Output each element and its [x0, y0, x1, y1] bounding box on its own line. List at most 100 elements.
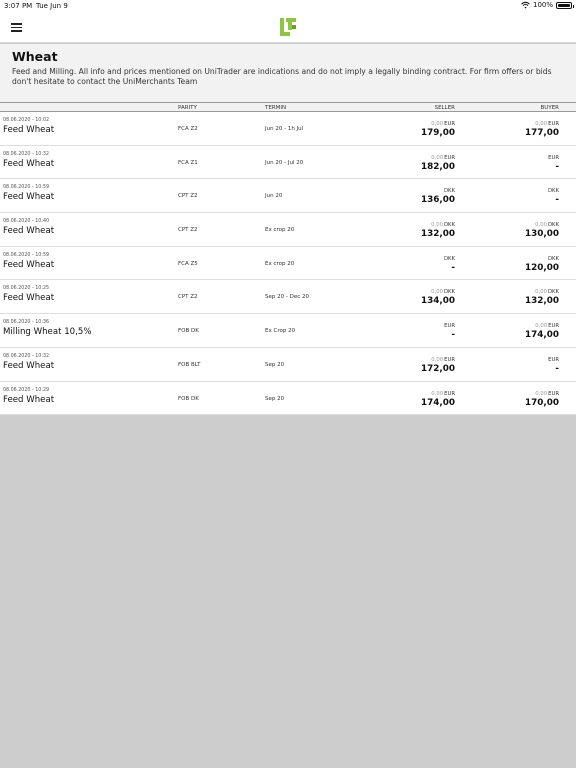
buyer-price: -: [555, 161, 559, 172]
nav-bar: [0, 12, 576, 43]
buyer-currency: DKK: [547, 188, 559, 195]
seller-currency: EUR: [444, 154, 455, 161]
buyer-change: 0,00: [535, 289, 547, 296]
status-right: 100%: [521, 1, 574, 9]
seller-change: 0,00: [431, 390, 444, 397]
seller-currency: EUR: [444, 323, 455, 330]
buyer-cell: 0,00EUR 174,00: [525, 323, 559, 340]
seller-cell: 0,00EUR 174,00: [421, 391, 455, 408]
buyer-cell: 0,00EUR 177,00: [525, 121, 559, 138]
table-row[interactable]: 08.06.2020 - 10:32 Feed Wheat FOB BLT Se…: [0, 347, 576, 382]
seller-cell: 0,00EUR 179,00: [421, 121, 455, 138]
seller-price: 136,00: [421, 195, 455, 206]
seller-price: -: [451, 330, 455, 341]
table-row[interactable]: 08.06.2020 - 10:25 Feed Wheat CPT Z2 Sep…: [0, 280, 576, 315]
status-time: 3:07 PM: [4, 2, 33, 10]
row-timestamp: 08.06.2020 - 10:36: [3, 320, 50, 326]
row-product: Feed Wheat: [3, 394, 55, 405]
buyer-cell: DKK -: [547, 188, 559, 205]
row-timestamp: 08.06.2020 - 10:59: [3, 185, 50, 191]
status-bar: 3:07 PM Tue Jun 9 100%: [0, 0, 576, 12]
seller-currency: EUR: [444, 121, 455, 127]
table-row[interactable]: 08.06.2020 - 10:59 Feed Wheat FCA Z5 Ex …: [0, 246, 576, 281]
row-parity: CPT Z2: [178, 193, 198, 200]
row-product: Feed Wheat: [3, 360, 55, 371]
row-product: Milling Wheat 10,5%: [3, 327, 92, 338]
seller-cell: EUR -: [443, 323, 455, 340]
table-row[interactable]: 08.06.2020 - 10:36 Milling Wheat 10,5% F…: [0, 314, 576, 348]
buyer-price: 132,00: [525, 296, 559, 307]
table-row[interactable]: 08.06.2020 - 10:59 Feed Wheat CPT Z2 Jun…: [0, 179, 576, 214]
row-parity: FCA Z1: [178, 159, 198, 166]
table-row[interactable]: 08.06.2020 - 10:29 Feed Wheat FOB DK Sep…: [0, 381, 576, 416]
hamburger-menu-icon[interactable]: [11, 23, 22, 32]
table-row[interactable]: 08.06.2020 - 10:02 Feed Wheat FCA Z2 Jun…: [0, 112, 576, 146]
seller-price: 134,00: [421, 296, 455, 307]
seller-price: 132,00: [421, 229, 455, 240]
buyer-price: 120,00: [525, 262, 559, 273]
row-timestamp: 08.06.2020 - 10:25: [3, 286, 50, 292]
buyer-change: 0,00: [535, 121, 548, 127]
seller-change: 0,00: [431, 121, 444, 127]
buyer-cell: 0,00EUR 170,00: [525, 391, 559, 408]
buyer-currency: EUR: [548, 356, 559, 363]
seller-price: 179,00: [421, 128, 455, 138]
seller-currency: DKK: [443, 255, 455, 262]
seller-currency: EUR: [444, 390, 455, 397]
buyer-currency: EUR: [548, 390, 559, 397]
row-termin: Jun 20: [265, 193, 283, 200]
seller-cell: 0,00EUR 182,00: [421, 155, 455, 172]
buyer-currency: EUR: [548, 323, 559, 330]
row-termin: Jun 20 - 1h Jul: [265, 126, 304, 132]
seller-change: 0,00: [431, 289, 443, 296]
buyer-cell: 0,00DKK 130,00: [525, 222, 559, 239]
buyer-cell: 0,00DKK 132,00: [525, 289, 559, 306]
row-parity: FCA Z2: [178, 126, 198, 132]
buyer-cell: EUR -: [547, 357, 559, 374]
row-timestamp: 08.06.2020 - 10:32: [3, 353, 50, 359]
column-seller: SELLER: [434, 105, 455, 111]
buyer-change: 0,00: [535, 323, 548, 330]
seller-currency: DKK: [443, 289, 455, 296]
table-row[interactable]: 08.06.2020 - 10:40 Feed Wheat CPT Z2 Ex …: [0, 213, 576, 247]
table-header: PARITY TERMIN SELLER BUYER: [0, 102, 576, 112]
row-termin: Ex crop 20: [265, 227, 295, 234]
wifi-icon: [521, 1, 530, 9]
unitrader-logo[interactable]: [279, 17, 297, 37]
seller-currency: DKK: [443, 222, 455, 229]
row-product: Feed Wheat: [3, 158, 55, 169]
row-timestamp: 08.06.2020 - 10:02: [3, 118, 50, 123]
row-parity: CPT Z2: [178, 294, 198, 301]
seller-price: 174,00: [421, 397, 455, 408]
buyer-currency: EUR: [548, 154, 559, 161]
battery-icon: [556, 1, 574, 9]
buyer-change: 0,00: [535, 222, 547, 229]
buyer-price: 170,00: [525, 397, 559, 408]
row-product: Feed Wheat: [3, 192, 55, 203]
seller-currency: DKK: [443, 188, 455, 195]
table-row[interactable]: 08.06.2020 - 10:32 Feed Wheat FCA Z1 Jun…: [0, 145, 576, 180]
row-termin: Sep 20: [265, 395, 285, 402]
row-termin: Sep 20 - Dec 20: [265, 294, 309, 301]
row-parity: FOB BLT: [178, 361, 201, 368]
buyer-price: -: [555, 363, 559, 374]
buyer-price: 177,00: [525, 128, 559, 138]
buyer-currency: DKK: [547, 289, 559, 296]
page-title: Wheat: [12, 49, 58, 64]
seller-change: 0,00: [431, 154, 444, 161]
seller-cell: 0,00DKK 132,00: [421, 222, 455, 239]
buyer-change: 0,00: [535, 390, 548, 397]
seller-change: 0,00: [431, 356, 444, 363]
seller-change: 0,00: [431, 222, 443, 229]
battery-percent: 100%: [532, 1, 553, 9]
buyer-currency: EUR: [548, 121, 559, 127]
row-termin: Ex crop 20: [265, 260, 295, 267]
row-timestamp: 08.06.2020 - 10:29: [3, 387, 50, 393]
row-parity: CPT Z2: [178, 227, 198, 234]
row-product: Feed Wheat: [3, 259, 55, 270]
buyer-price: 130,00: [525, 229, 559, 240]
row-termin: Sep 20: [265, 361, 285, 368]
page-header: Wheat Feed and Milling. All info and pri…: [0, 44, 576, 102]
row-parity: FOB DK: [178, 395, 199, 402]
seller-price: -: [451, 262, 455, 273]
